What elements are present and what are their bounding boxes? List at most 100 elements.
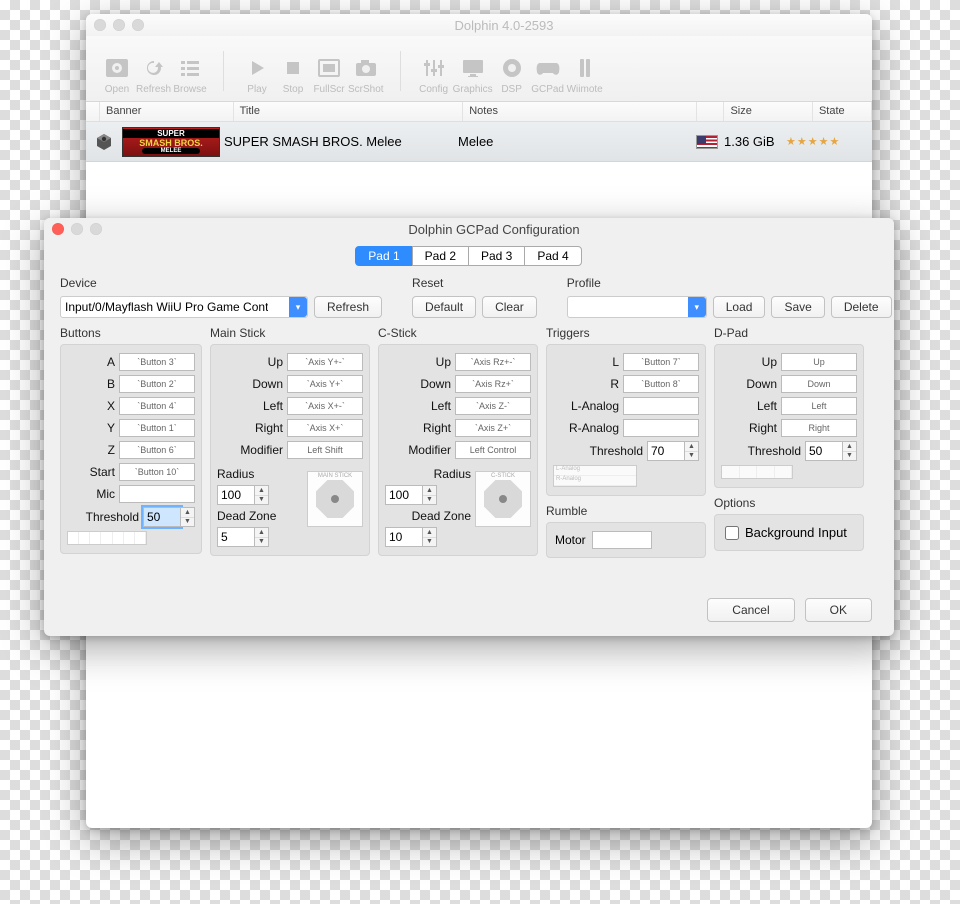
- game-banner-art: SUPER SMASH BROS. MELEE: [122, 127, 220, 157]
- col-notes[interactable]: Notes: [463, 102, 697, 121]
- tool-graphics[interactable]: Graphics: [453, 54, 493, 95]
- chevron-down-icon: ▾: [289, 297, 307, 317]
- stop-icon: [276, 54, 310, 82]
- cancel-button[interactable]: Cancel: [707, 598, 794, 622]
- map-start[interactable]: `Button 10`: [119, 463, 195, 481]
- clear-button[interactable]: Clear: [482, 296, 537, 318]
- pad-tabs: Pad 1 Pad 2 Pad 3 Pad 4: [44, 246, 894, 266]
- map-ra[interactable]: [623, 419, 699, 437]
- reset-label: Reset: [412, 276, 537, 290]
- map-a[interactable]: `Button 3`: [119, 353, 195, 371]
- dpad-threshold-spin[interactable]: ▲▼: [805, 441, 857, 461]
- map-b[interactable]: `Button 2`: [119, 375, 195, 393]
- map-cs-right[interactable]: `Axis Z+`: [455, 419, 531, 437]
- map-cs-mod[interactable]: Left Control: [455, 441, 531, 459]
- map-dp-up[interactable]: Up: [781, 353, 857, 371]
- options-label: Options: [714, 496, 864, 510]
- map-dp-left[interactable]: Left: [781, 397, 857, 415]
- traffic-lights[interactable]: [94, 19, 144, 31]
- gamecube-icon: [86, 131, 122, 153]
- game-row[interactable]: SUPER SMASH BROS. MELEE SUPER SMASH BROS…: [86, 122, 872, 162]
- tab-pad-4[interactable]: Pad 4: [524, 246, 581, 266]
- buttons-threshold-spin[interactable]: ▲▼: [143, 507, 195, 527]
- tool-fullscreen[interactable]: FullScr: [312, 54, 346, 95]
- map-dp-right[interactable]: Right: [781, 419, 857, 437]
- list-icon: [173, 54, 207, 82]
- traffic-zoom[interactable]: [132, 19, 144, 31]
- trigger-threshold-spin[interactable]: ▲▼: [647, 441, 699, 461]
- mainstick-label: Main Stick: [210, 326, 370, 340]
- col-size[interactable]: Size: [724, 102, 812, 121]
- dialog-minimize-button[interactable]: [71, 223, 83, 235]
- map-dp-down[interactable]: Down: [781, 375, 857, 393]
- traffic-minimize[interactable]: [113, 19, 125, 31]
- map-x[interactable]: `Button 4`: [119, 397, 195, 415]
- dialog-close-button[interactable]: [52, 223, 64, 235]
- default-button[interactable]: Default: [412, 296, 476, 318]
- map-la[interactable]: [623, 397, 699, 415]
- load-button[interactable]: Load: [713, 296, 766, 318]
- ms-dead-spin[interactable]: ▲▼: [217, 527, 303, 547]
- ms-radius-spin[interactable]: ▲▼: [217, 485, 303, 505]
- map-motor[interactable]: [592, 531, 652, 549]
- map-cs-up[interactable]: `Axis Rz+-`: [455, 353, 531, 371]
- tool-open[interactable]: Open: [100, 54, 134, 95]
- background-input-checkbox[interactable]: [725, 526, 739, 540]
- map-y[interactable]: `Button 1`: [119, 419, 195, 437]
- cs-dead-spin[interactable]: ▲▼: [385, 527, 471, 547]
- map-r[interactable]: `Button 8`: [623, 375, 699, 393]
- col-banner[interactable]: Banner: [100, 102, 234, 121]
- traffic-close[interactable]: [94, 19, 106, 31]
- tab-pad-2[interactable]: Pad 2: [412, 246, 469, 266]
- tool-screenshot[interactable]: ScrShot: [348, 54, 384, 95]
- map-ms-left[interactable]: `Axis X+-`: [287, 397, 363, 415]
- dialog-title: Dolphin GCPad Configuration: [102, 222, 886, 237]
- tool-stop[interactable]: Stop: [276, 54, 310, 95]
- profile-select[interactable]: ▾: [567, 296, 707, 318]
- game-notes: Melee: [458, 134, 696, 149]
- tool-wiimote[interactable]: Wiimote: [567, 54, 603, 95]
- dialog-zoom-button[interactable]: [90, 223, 102, 235]
- game-title: SUPER SMASH BROS. Melee: [224, 134, 458, 149]
- play-icon: [240, 54, 274, 82]
- tool-refresh[interactable]: Refresh: [136, 54, 171, 95]
- tool-config[interactable]: Config: [417, 54, 451, 95]
- gamepad-icon: [531, 54, 565, 82]
- col-title[interactable]: Title: [234, 102, 464, 121]
- sliders-icon: [417, 54, 451, 82]
- map-mic[interactable]: [119, 485, 195, 503]
- triggers-label: Triggers: [546, 326, 706, 340]
- tool-dsp[interactable]: DSP: [495, 54, 529, 95]
- monitor-icon: [456, 54, 490, 82]
- map-z[interactable]: `Button 6`: [119, 441, 195, 459]
- tab-pad-3[interactable]: Pad 3: [468, 246, 525, 266]
- cstick-label: C-Stick: [378, 326, 538, 340]
- main-titlebar: Dolphin 4.0-2593: [86, 14, 872, 36]
- col-state[interactable]: State: [813, 102, 872, 121]
- dpad-indicator: [721, 465, 793, 479]
- map-ms-mod[interactable]: Left Shift: [287, 441, 363, 459]
- delete-button[interactable]: Delete: [831, 296, 892, 318]
- dialog-titlebar: Dolphin GCPad Configuration: [44, 218, 894, 240]
- profile-label: Profile: [567, 276, 892, 290]
- tool-gcpad[interactable]: GCPad: [531, 54, 565, 95]
- device-select[interactable]: Input/0/Mayflash WiiU Pro Game Cont ▾: [60, 296, 308, 318]
- map-l[interactable]: `Button 7`: [623, 353, 699, 371]
- map-ms-right[interactable]: `Axis X+`: [287, 419, 363, 437]
- map-ms-down[interactable]: `Axis Y+`: [287, 375, 363, 393]
- ok-button[interactable]: OK: [805, 598, 872, 622]
- cs-radius-spin[interactable]: ▲▼: [385, 485, 471, 505]
- column-headers: Banner Title Notes Size State: [86, 102, 872, 122]
- refresh-button[interactable]: Refresh: [314, 296, 382, 318]
- tab-pad-1[interactable]: Pad 1: [355, 246, 412, 266]
- main-title: Dolphin 4.0-2593: [144, 18, 864, 33]
- device-label: Device: [60, 276, 382, 290]
- map-cs-down[interactable]: `Axis Rz+`: [455, 375, 531, 393]
- dialog-traffic-lights[interactable]: [52, 223, 102, 235]
- tool-play[interactable]: Play: [240, 54, 274, 95]
- map-cs-left[interactable]: `Axis Z-`: [455, 397, 531, 415]
- map-ms-up[interactable]: `Axis Y+-`: [287, 353, 363, 371]
- fullscreen-icon: [312, 54, 346, 82]
- tool-browse[interactable]: Browse: [173, 54, 207, 95]
- save-button[interactable]: Save: [771, 296, 824, 318]
